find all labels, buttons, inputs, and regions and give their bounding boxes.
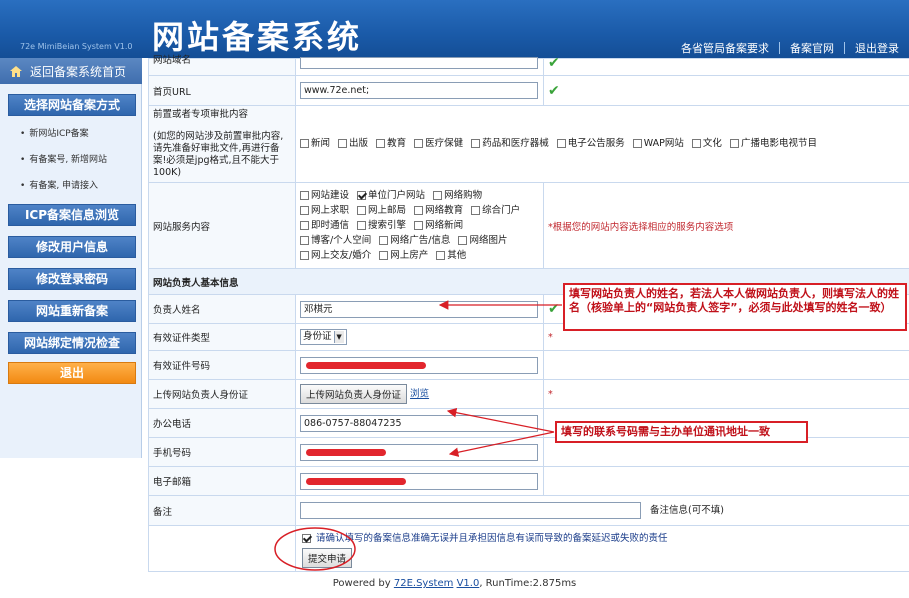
office-phone-label: 办公电话 <box>148 408 296 438</box>
site-name-label: 网站域名 <box>148 55 296 76</box>
checkbox-service[interactable] <box>458 236 468 245</box>
sidebar-item-new-icp[interactable]: 新网站ICP备案 <box>20 126 88 139</box>
checkbox-news[interactable] <box>300 139 309 148</box>
edit-password-button[interactable]: 修改登录密码 <box>8 268 136 290</box>
id-type-select[interactable]: 身份证 ▼ <box>300 329 347 345</box>
homepage-input[interactable]: www.72e.net; <box>300 82 538 99</box>
sidebar-item-add-site[interactable]: 有备案号, 新增网站 <box>20 152 107 165</box>
checkbox-bbs[interactable] <box>556 139 566 148</box>
preapproval-note: (如您的网站涉及前置审批内容, 请先准备好审批文件,再进行备案!必须是jpg格式… <box>153 131 284 178</box>
confirm-text: 请确认填写的备案信息准确无误并且承担因信息有误而导致的备案延迟或失败的责任 <box>316 532 668 544</box>
checkbox-service[interactable] <box>414 221 424 230</box>
redaction-mark <box>306 477 406 485</box>
link-province-requirements[interactable]: 各省管局备案要求 <box>671 40 779 56</box>
chevron-down-icon: ▼ <box>333 330 344 343</box>
email-label: 电子邮箱 <box>148 466 296 496</box>
checkbox-service[interactable] <box>300 191 309 200</box>
checkbox-service[interactable] <box>471 206 481 215</box>
homepage-label: 首页URL <box>148 75 296 106</box>
redaction-mark <box>306 448 386 456</box>
checkbox-service[interactable] <box>357 191 367 200</box>
version-link[interactable]: V1.0 <box>457 578 480 589</box>
checkbox-broadcast[interactable] <box>729 139 739 148</box>
valid-check-icon: ✔ <box>548 55 560 71</box>
service-tip: *根据您的网站内容选择相应的服务内容选项 <box>543 182 909 269</box>
name-annotation: 填写网站负责人的姓名，若法人本人做网站负责人，则填写法人的姓名（核验单上的“网站… <box>563 283 907 331</box>
id-number-label: 有效证件号码 <box>148 350 296 380</box>
required-mark: * <box>543 379 909 409</box>
top-links: 各省管局备案要求 备案官网 退出登录 <box>671 40 909 56</box>
valid-check-icon: ✔ <box>548 82 560 99</box>
sidebar: 返回备案系统首页 选择网站备案方式 新网站ICP备案 有备案号, 新增网站 有备… <box>0 58 142 458</box>
mobile-input[interactable] <box>300 443 538 461</box>
checkbox-service[interactable] <box>379 236 389 245</box>
mobile-label: 手机号码 <box>148 437 296 467</box>
checkbox-publishing[interactable] <box>338 139 348 148</box>
valid-check-icon: ✔ <box>548 301 560 317</box>
checkbox-service[interactable] <box>433 191 443 200</box>
checkbox-service[interactable] <box>357 206 367 215</box>
footer: Powered by 72E.System V1.0, RunTime:2.87… <box>332 578 577 589</box>
edit-user-button[interactable]: 修改用户信息 <box>8 236 136 258</box>
preapproval-label-cell: 前置或者专项审批内容 (如您的网站涉及前置审批内容, 请先准备好审批文件,再进行… <box>148 105 296 183</box>
binding-check-button[interactable]: 网站绑定情况检查 <box>8 332 136 354</box>
checkbox-service[interactable] <box>300 206 309 215</box>
link-official-site[interactable]: 备案官网 <box>780 40 844 56</box>
checkbox-service[interactable] <box>300 251 309 260</box>
phone-annotation: 填写的联系号码需与主办单位通讯地址一致 <box>555 421 808 443</box>
back-home-label: 返回备案系统首页 <box>30 64 127 79</box>
remark-label: 备注 <box>148 495 296 526</box>
service-label: 网站服务内容 <box>148 182 296 269</box>
icp-browse-button[interactable]: ICP备案信息浏览 <box>8 204 136 226</box>
checkbox-medical[interactable] <box>414 139 424 148</box>
checkbox-service[interactable] <box>414 206 424 215</box>
choose-method-button[interactable]: 选择网站备案方式 <box>8 94 136 116</box>
checkbox-wap[interactable] <box>632 139 642 148</box>
remark-tip: 备注信息(可不填) <box>650 505 724 516</box>
id-number-input[interactable] <box>300 356 538 374</box>
back-home-button[interactable]: 返回备案系统首页 <box>0 58 142 84</box>
top-header: 72e MimiBeian System V1.0 网站备案系统 各省管局备案要… <box>0 0 909 58</box>
submit-button[interactable]: 提交申请 <box>302 547 353 568</box>
checkbox-service[interactable] <box>300 221 309 230</box>
link-logout[interactable]: 退出登录 <box>845 40 909 56</box>
checkbox-service[interactable] <box>379 251 389 260</box>
confirm-checkbox[interactable] <box>302 533 311 543</box>
service-options: 网站建设 单位门户网站 网络购物 网上求职 网上邮局 网络教育 综合门户 即时通… <box>295 182 544 269</box>
page-title: 网站备案系统 <box>152 18 363 56</box>
checkbox-culture[interactable] <box>691 139 701 148</box>
upload-label: 上传网站负责人身份证 <box>148 379 296 409</box>
checkbox-service[interactable] <box>357 221 367 230</box>
id-type-label: 有效证件类型 <box>148 323 296 351</box>
checkbox-service[interactable] <box>300 236 309 245</box>
upload-id-button[interactable]: 上传网站负责人身份证 <box>300 384 408 404</box>
brand-link[interactable]: 72E.System <box>394 578 454 589</box>
browse-link[interactable]: 浏览 <box>410 389 429 400</box>
sidebar-item-apply-access[interactable]: 有备案, 申请接入 <box>20 178 98 191</box>
preapproval-options: 新闻 出版 教育 医疗保健 药品和医疗器械 电子公告服务 WAP网站 文化 广播… <box>295 105 909 183</box>
preapproval-label: 前置或者专项审批内容 <box>153 109 249 120</box>
redaction-mark <box>306 361 426 369</box>
remark-input[interactable] <box>300 502 641 519</box>
email-input[interactable] <box>300 472 538 490</box>
name-input[interactable]: 邓棋元 <box>300 300 538 318</box>
name-label: 负责人姓名 <box>148 294 296 324</box>
exit-button[interactable]: 退出 <box>8 362 136 384</box>
office-phone-input[interactable]: 086-0757-88047235 <box>300 414 538 432</box>
system-english-name: 72e MimiBeian System V1.0 <box>20 42 133 51</box>
checkbox-drugs[interactable] <box>471 139 481 148</box>
checkbox-education[interactable] <box>376 139 386 148</box>
home-icon <box>10 65 22 77</box>
checkbox-service[interactable] <box>436 251 446 260</box>
site-name-textarea[interactable] <box>300 57 538 69</box>
re-record-button[interactable]: 网站重新备案 <box>8 300 136 322</box>
